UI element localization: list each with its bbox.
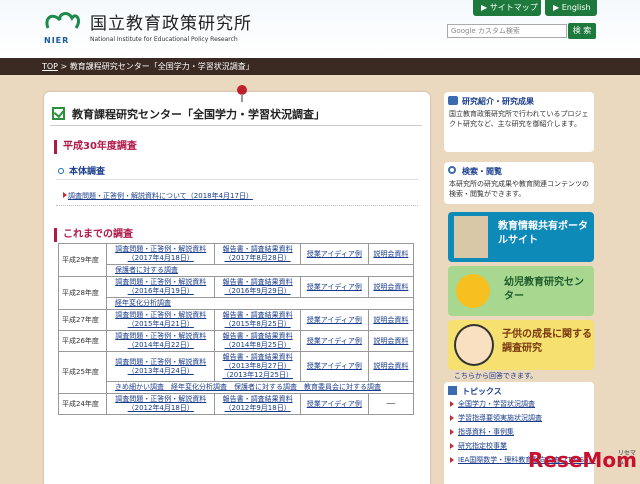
table-row: 平成29年度 調査問題・正答例・解説資料 （2017年4月18日） 報告書・調査結果資… [58,243,415,277]
sidebar-research-text: 国立教育政策研究所で行われているプロジェクト研究など、主な研究を御紹介します。 [449,110,589,128]
topic-item[interactable]: 学習指導要領実施状況調査 [444,411,594,425]
materials-link-cell[interactable]: 調査問題・正答例・解説資料 （2013年4月24日） [105,351,216,382]
lesson-idea-link-cell[interactable]: 授業アイディア例 [299,393,369,415]
banner-early-childhood-label: 幼児教育研究センター [504,277,584,302]
briefing-link-cell[interactable]: 説明会資料 [367,309,415,331]
magnifier-icon [448,166,456,174]
pin-string [241,94,243,102]
org-name-en: National Institute for Educational Polic… [90,36,238,43]
table-row: 平成25年度 調査問題・正答例・解説資料 （2013年4月24日） 報告書・調査結果資… [58,351,415,394]
year-cell: 平成25年度 [58,351,107,394]
people-photo-icon [454,216,488,258]
divider [56,179,418,180]
logo-wordmark: NIER [44,36,70,45]
sidebar-search-text: 本研究所の研究成果や教育関連コンテンツの検索・閲覧ができます。 [449,180,589,198]
year-cell: 平成29年度 [58,243,107,277]
breadcrumb-top-link[interactable]: TOP [42,62,58,71]
banner-early-childhood[interactable]: 幼児教育研究センター [448,266,594,316]
site-header: NIER 国立教育政策研究所 National Institute for Ed… [0,0,640,58]
briefing-link-cell[interactable]: 説明会資料 [367,330,415,352]
sidebar-box-search[interactable]: 検索・閲覧 本研究所の研究成果や教育関連コンテンツの検索・閲覧ができます。 [444,162,594,204]
extra-survey-cell[interactable]: 保護者に対する調査 [106,264,414,277]
sidebar-research-title[interactable]: 研究紹介・研究成果 [444,92,594,107]
topics-title: トピックス [444,382,594,397]
page-title-bar: 教育課程研究センター「全国学力・学習状況調査」 [50,104,422,126]
arrow-bullet-icon [63,192,67,198]
year-cell: 平成24年度 [58,393,107,415]
lesson-idea-link-cell[interactable]: 授業アイディア例 [299,276,369,298]
banner-portal-label: 教育情報共有ポータルサイト [498,221,588,246]
search-button[interactable]: 検 索 [568,23,596,39]
report-link-cell[interactable]: 報告書・調査結果資料 （2016年9月29日） [214,276,301,298]
past-surveys-table: 平成29年度 調査問題・正答例・解説資料 （2017年4月18日） 報告書・調査結果資… [58,243,415,415]
materials-link-cell[interactable]: 調査問題・正答例・解説資料 （2014年4月22日） [105,330,216,352]
banner-portal[interactable]: 教育情報共有ポータルサイト [448,212,594,262]
briefing-link-cell[interactable]: 説明会資料 [367,243,415,265]
sitemap-button[interactable]: ▶ サイトマップ [473,0,541,16]
sidebar: 研究紹介・研究成果 国立教育政策研究所で行われているプロジェクト研究など、主な研… [444,92,596,484]
extra-survey-cell[interactable]: 経年変化分析調査 [106,297,414,310]
topic-item[interactable]: 全国学力・学習状況調査 [444,397,594,411]
briefing-link-cell[interactable]: 説明会資料 [367,351,415,382]
checkbox-icon [52,107,65,120]
report-link-cell[interactable]: 報告書・調査結果資料 （2012年9月18日） [214,393,301,415]
breadcrumb-separator: > [58,62,70,71]
year-cell: 平成27年度 [58,309,107,331]
sidebar-box-research[interactable]: 研究紹介・研究成果 国立教育政策研究所で行われているプロジェクト研究など、主な研… [444,92,594,152]
divider [56,205,418,206]
report-link-cell[interactable]: 報告書・調査結果資料 （2017年8月28日） [214,243,301,265]
year-cell: 平成26年度 [58,330,107,352]
briefing-link-cell: ── [367,393,415,415]
lesson-idea-link-cell[interactable]: 授業アイディア例 [299,309,369,331]
english-button[interactable]: ▶ English [545,0,597,16]
table-row: きめ細かい調査 経年変化分析調査 保護者に対する調査 教育委員会に対する調査 [59,381,414,394]
table-row: 保護者に対する調査 [59,264,414,277]
lesson-idea-link-cell[interactable]: 授業アイディア例 [299,243,369,265]
lesson-idea-link-cell[interactable]: 授業アイディア例 [299,330,369,352]
report-link-cell[interactable]: 報告書・調査結果資料 （2014年8月25日） [214,330,301,352]
table-row: 平成28年度 調査問題・正答例・解説資料 （2016年4月19日） 報告書・調査結果資… [58,276,415,310]
materials-link-cell[interactable]: 調査問題・正答例・解説資料 （2016年4月19日） [105,276,216,298]
table-row: 平成27年度 調査問題・正答例・解説資料 （2015年4月21日） 報告書・調査結果資… [58,309,415,331]
materials-link-cell[interactable]: 調査問題・正答例・解説資料 （2017年4月18日） [105,243,216,265]
circle-bullet-icon [58,168,64,174]
subsection-heading: 本体調査 [58,164,105,177]
materials-link-cell[interactable]: 調査問題・正答例・解説資料 （2015年4月21日） [105,309,216,331]
page-title: 教育課程研究センター「全国学力・学習状況調査」 [72,108,325,121]
extra-survey-cell[interactable]: きめ細かい調査 経年変化分析調査 保護者に対する調査 教育委員会に対する調査 [106,381,414,394]
org-name-jp[interactable]: 国立教育政策研究所 [90,9,252,34]
table-row: 経年変化分析調査 [59,297,414,310]
topics-icon [448,386,457,395]
bird-icon [456,274,490,308]
report-link-cell[interactable]: 報告書・調査結果資料 （2015年8月25日） [214,309,301,331]
section-heading-h30: 平成30年度調査 [54,140,137,154]
sidebar-search-title[interactable]: 検索・閲覧 [444,162,594,177]
section-heading-past: これまでの調査 [54,228,133,242]
lesson-idea-link-cell[interactable]: 授業アイディア例 [299,351,369,382]
table-row: 平成24年度 調査問題・正答例・解説資料 （2012年4月18日） 報告書・調査結果資… [58,393,415,415]
topic-item[interactable]: 指導資料・事例集 [444,425,594,439]
resemom-watermark: ReseMom リセマム [528,448,637,472]
table-row: 平成26年度 調査問題・正答例・解説資料 （2014年4月22日） 報告書・調査結果資… [58,330,415,352]
main-content: 教育課程研究センター「全国学力・学習状況調査」 平成30年度調査 本体調査 調査… [44,92,430,484]
breadcrumb-current: 教育課程研究センター「全国学力・学習状況調査」 [69,62,254,71]
banner-child-growth[interactable]: 子供の成長に関する調査研究 [448,320,594,370]
breadcrumb: TOP > 教育課程研究センター「全国学力・学習状況調査」 [0,58,640,75]
banner-child-growth-note[interactable]: こちらから回答できます。 [454,371,537,381]
year-cell: 平成28年度 [58,276,107,310]
link-h30-materials[interactable]: 調査問題・正答例・解説資料について（2018年4月17日） [68,191,253,201]
banner-child-growth-label: 子供の成長に関する調査研究 [502,329,592,354]
briefing-link-cell[interactable]: 説明会資料 [367,276,415,298]
book-icon [448,96,458,105]
materials-link-cell[interactable]: 調査問題・正答例・解説資料 （2012年4月18日） [105,393,216,415]
search-input[interactable]: Google カスタム検索 [447,24,567,38]
report-link-cell[interactable]: 報告書・調査結果資料 （2013年8月27日） （2013年12月25日） [214,351,301,382]
child-face-icon [454,324,494,366]
